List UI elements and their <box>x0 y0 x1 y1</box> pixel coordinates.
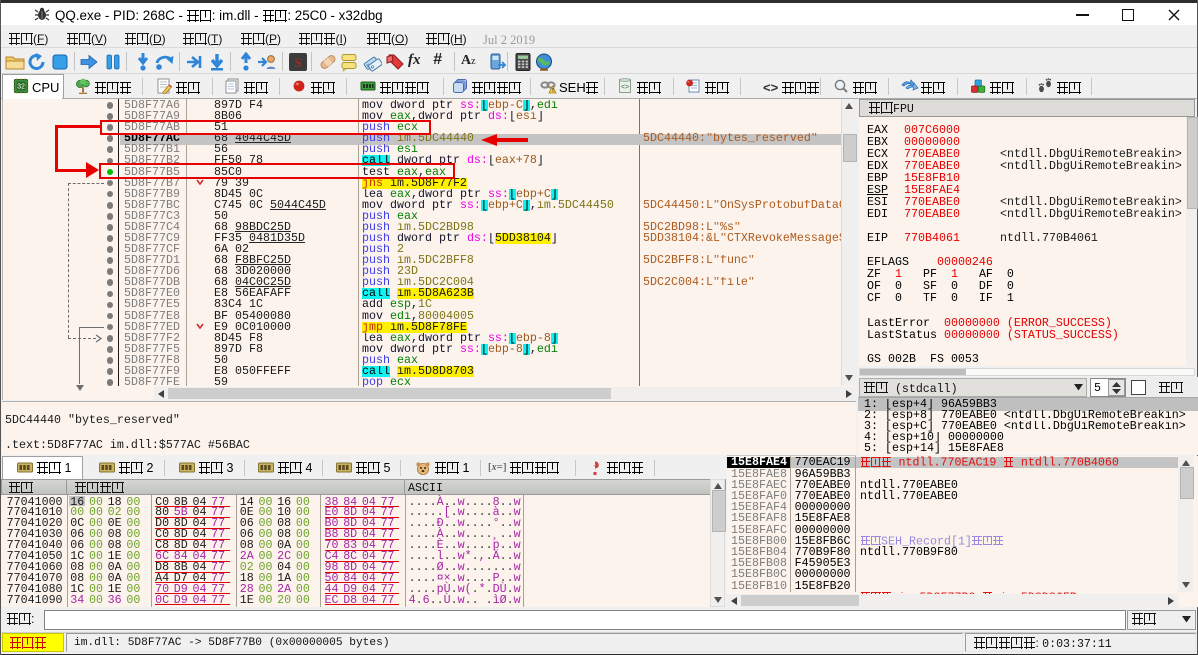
svg-text:!: ! <box>552 88 554 94</box>
svg-text:<>: <> <box>621 84 629 91</box>
svg-text:S: S <box>294 55 301 70</box>
svg-text:32: 32 <box>17 84 25 91</box>
